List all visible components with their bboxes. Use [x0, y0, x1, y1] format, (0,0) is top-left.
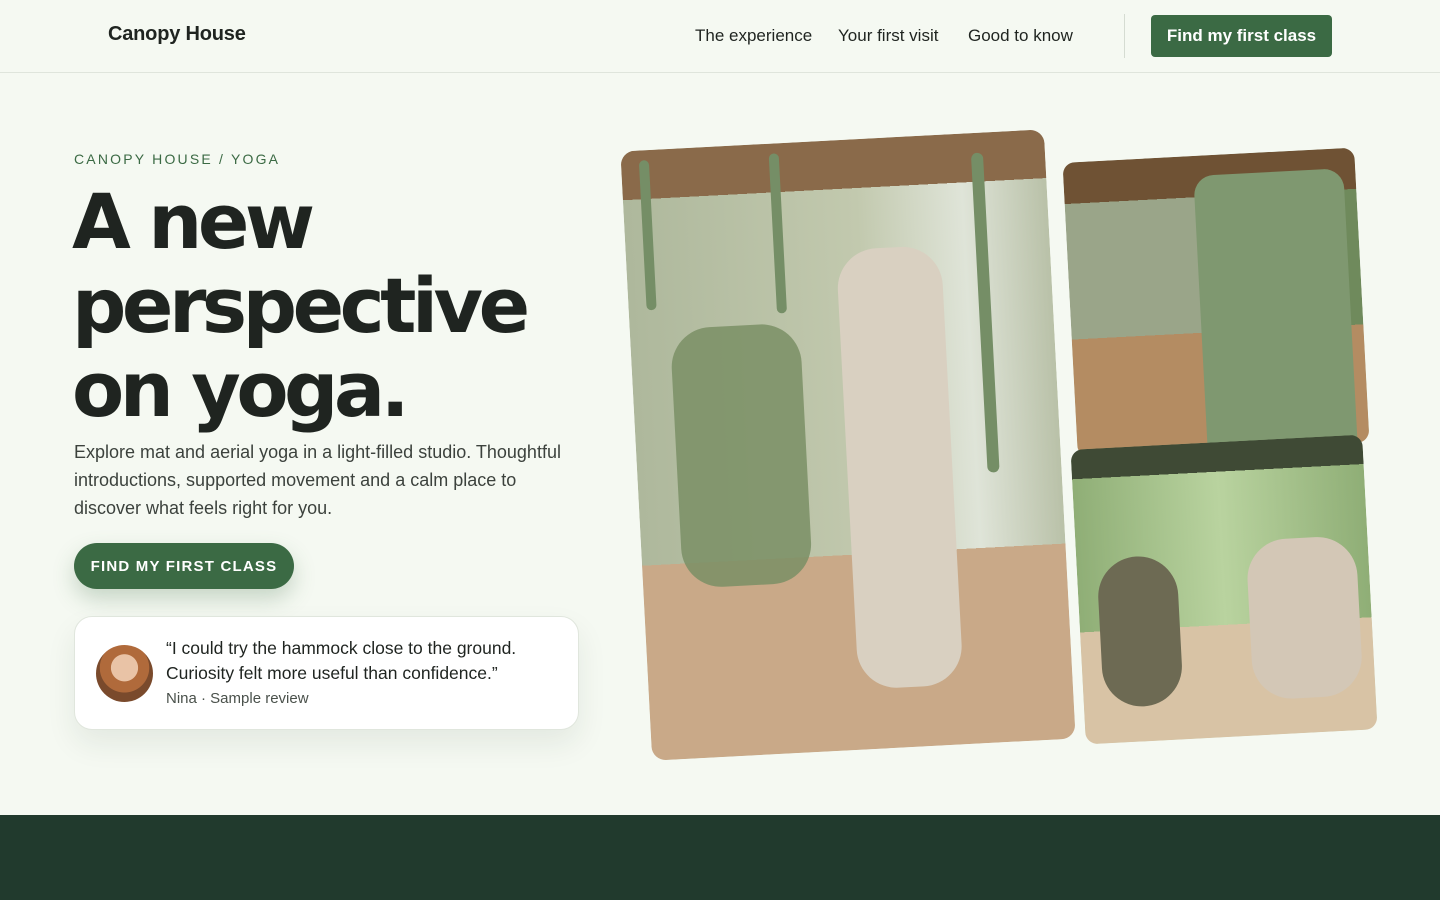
hero-lead: Explore mat and aerial yoga in a light-f… [74, 442, 561, 518]
person-seated [1245, 535, 1364, 701]
nav-link-experience[interactable]: The experience [695, 26, 812, 46]
headline-line-2: perspective [72, 261, 530, 350]
hero-photo-aerial-hammock [620, 129, 1076, 761]
instructor-figure [835, 244, 964, 690]
hammock-strap [768, 153, 788, 314]
section-band [0, 815, 1440, 900]
review-meta: Nina · Sample review [166, 690, 309, 707]
review-card: “I could try the hammock close to the gr… [74, 616, 579, 730]
hero-headline: A new perspective on yoga. [72, 180, 612, 432]
hero-eyebrow: CANOPY HOUSE / YOGA [74, 151, 281, 167]
hammock-strap [970, 152, 1000, 473]
nav-link-good-to-know[interactable]: Good to know [968, 26, 1073, 46]
hammock-strap [638, 160, 657, 311]
headline-line-3: on yoga. [72, 345, 410, 434]
nav-divider [1124, 14, 1125, 58]
reviewer-avatar [96, 645, 153, 702]
person-in-hammock [669, 322, 814, 589]
review-quote: “I could try the hammock close to the gr… [166, 638, 517, 683]
silk-fabric [1193, 168, 1359, 458]
site-header: Canopy House The experience Your first v… [0, 0, 1440, 73]
nav-link-first-visit[interactable]: Your first visit [838, 26, 938, 46]
header-find-class-button[interactable]: Find my first class [1151, 15, 1332, 57]
hero-find-class-button[interactable]: FIND MY FIRST CLASS [74, 543, 294, 589]
photo-mat-conversation [1070, 434, 1378, 745]
person-seated [1096, 554, 1184, 709]
photo-silks-detail [1062, 147, 1370, 458]
headline-line-1: A new [72, 177, 315, 266]
